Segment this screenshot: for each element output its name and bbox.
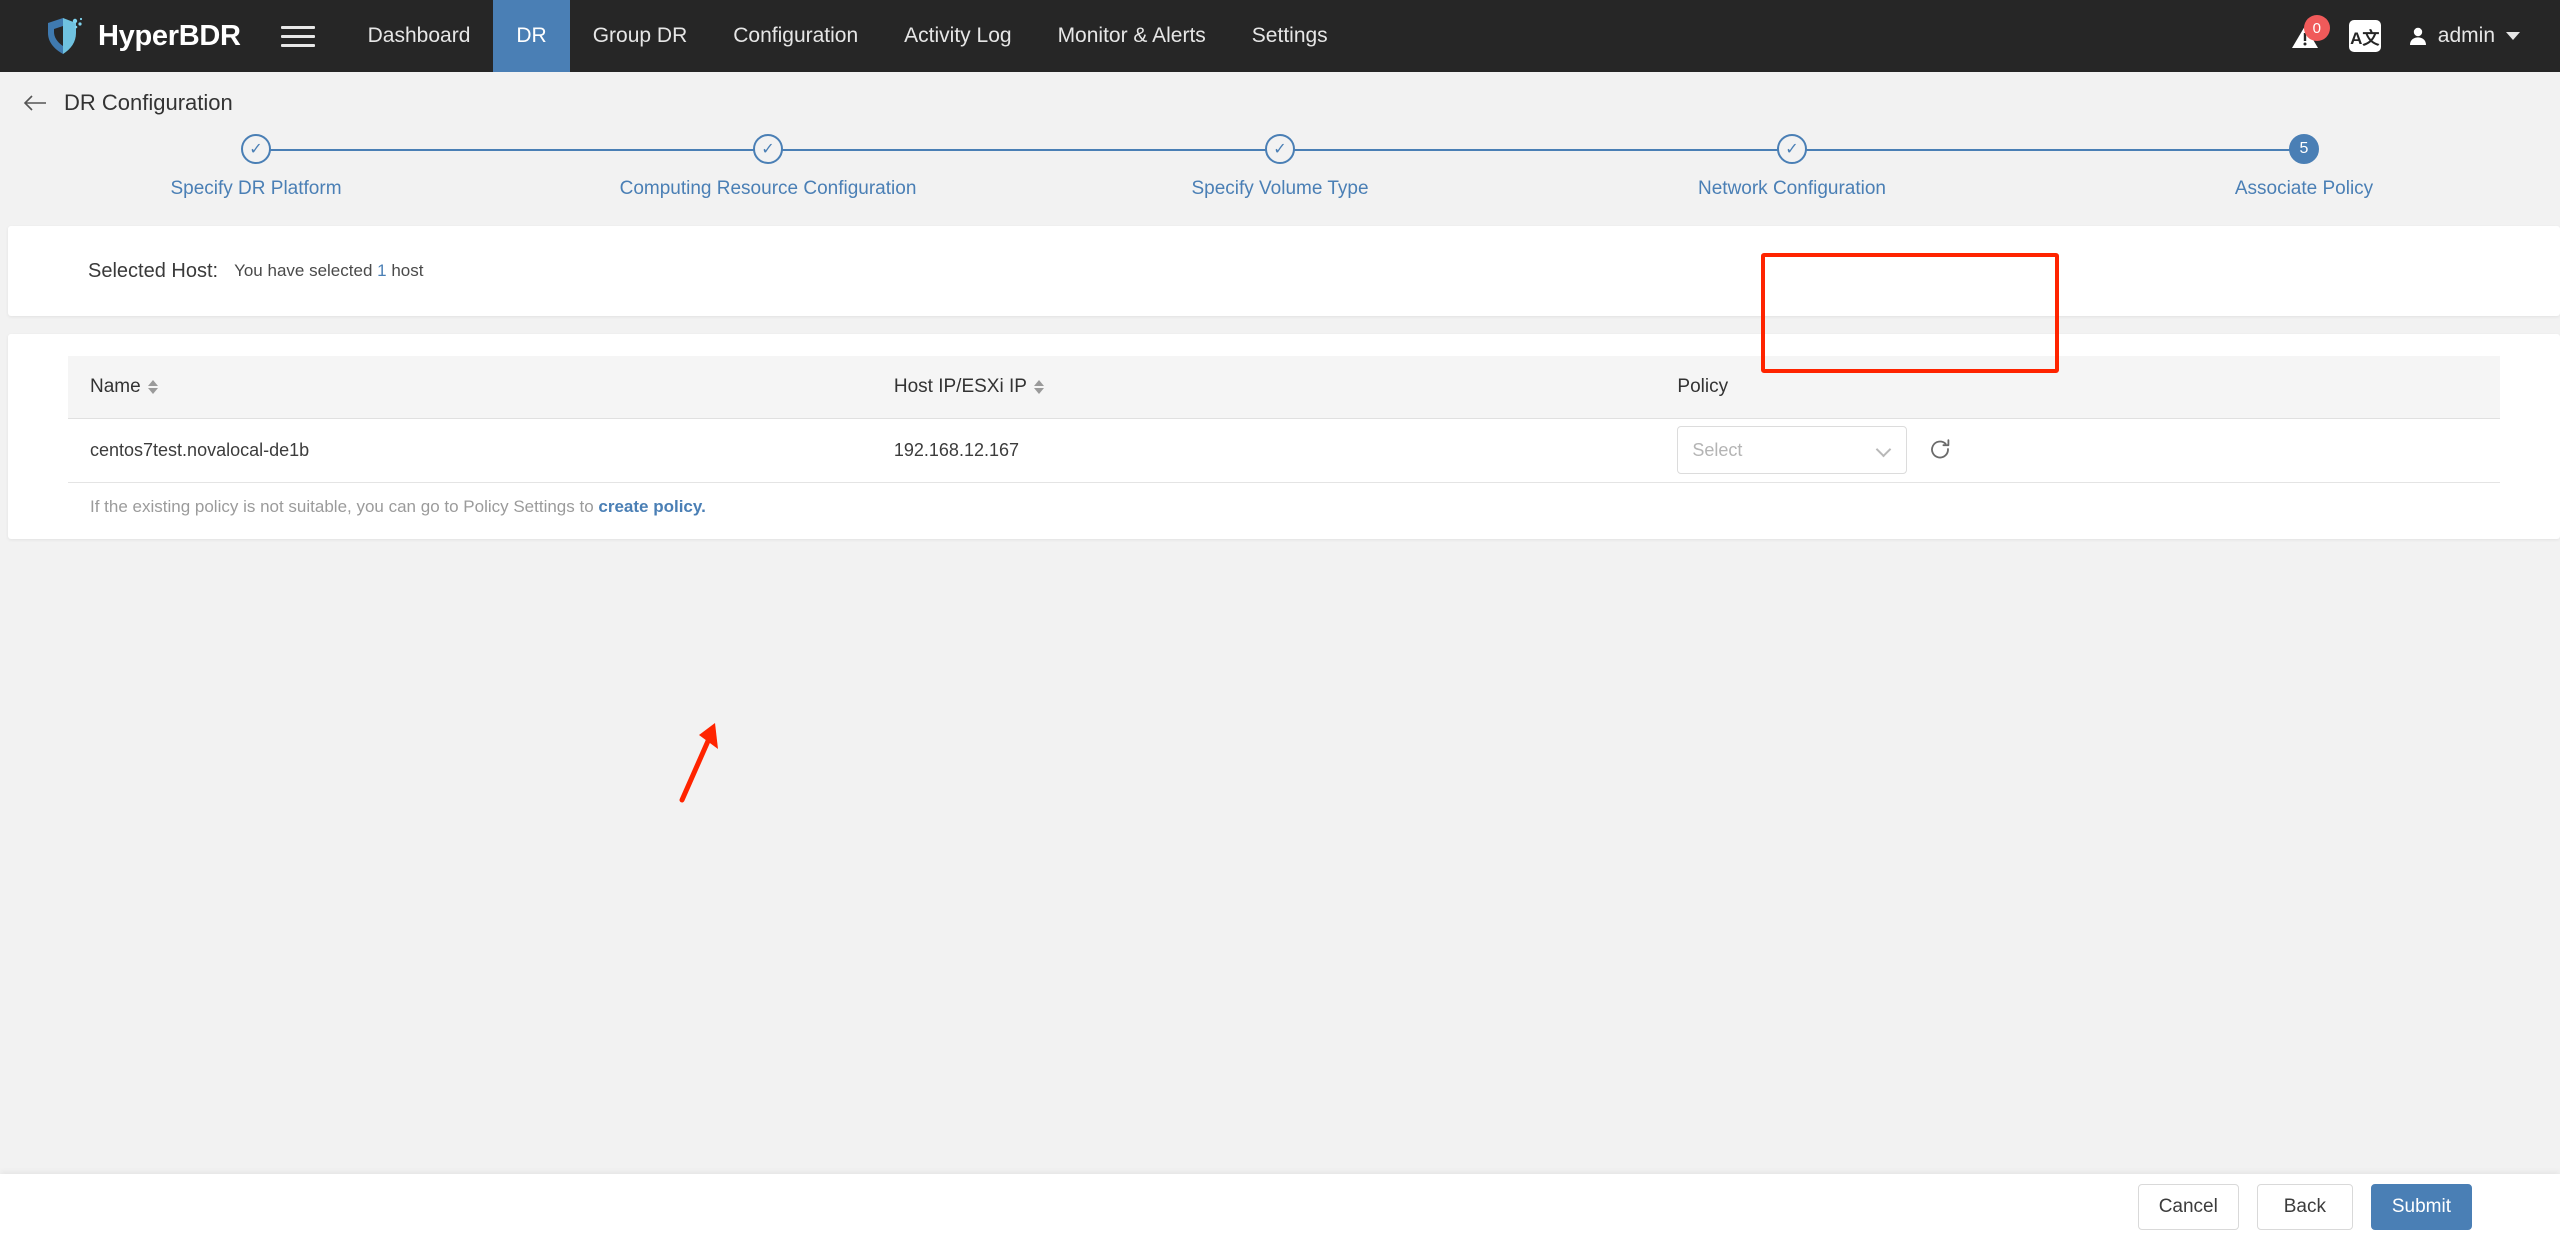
user-avatar-icon: [2409, 27, 2426, 45]
step-marker: 5: [2289, 134, 2319, 164]
column-header-host-ip[interactable]: Host IP/ESXi IP: [871, 356, 1656, 419]
table-body: centos7test.novalocal-de1b 192.168.12.16…: [68, 418, 2500, 483]
hamburger-icon[interactable]: [280, 25, 315, 47]
user-menu[interactable]: admin: [2407, 24, 2520, 48]
step-label: Specify DR Platform: [170, 178, 342, 199]
language-switch-icon[interactable]: A文: [2348, 20, 2381, 52]
policy-hint: If the existing policy is not suitable, …: [68, 483, 2500, 517]
sort-icon[interactable]: [1033, 379, 1044, 394]
column-header-name[interactable]: Name: [68, 356, 872, 419]
cell-policy: Select: [1655, 418, 2500, 483]
create-policy-link[interactable]: create policy.: [598, 497, 705, 516]
chevron-down-icon: [1876, 442, 1892, 458]
nav-item-monitor-alerts[interactable]: Monitor & Alerts: [1035, 0, 1229, 72]
cancel-button[interactable]: Cancel: [2137, 1184, 2239, 1230]
alert-count-badge: 0: [2303, 15, 2330, 41]
step-marker: ✓: [1777, 134, 1807, 164]
wizard-stepper: ✓ Specify DR Platform ✓ Computing Resour…: [0, 134, 2560, 226]
column-label: Policy: [1677, 375, 1729, 397]
nav-item-dr[interactable]: DR: [493, 0, 570, 72]
navbar-right-actions: 0 A文 admin: [2287, 0, 2560, 72]
top-navbar: HyperBDR Dashboard DR Group DR Configura…: [0, 0, 2560, 72]
table-row: centos7test.novalocal-de1b 192.168.12.16…: [68, 418, 2500, 483]
hyperbdr-shield-icon: [48, 17, 83, 54]
nav-items: Dashboard DR Group DR Configuration Acti…: [345, 0, 1351, 72]
content-area: Selected Host: You have selected 1 host …: [0, 226, 2560, 803]
refresh-icon: [1931, 439, 1950, 459]
step-computing-resource-configuration[interactable]: ✓ Computing Resource Configuration: [512, 134, 1280, 200]
selected-host-value: You have selected 1 host: [234, 261, 423, 281]
cell-name: centos7test.novalocal-de1b: [68, 418, 872, 483]
step-label: Associate Policy: [2234, 178, 2374, 199]
policy-controls: Select: [1677, 426, 2478, 474]
step-label: Network Configuration: [1698, 178, 1886, 199]
policy-select[interactable]: Select: [1677, 426, 1908, 474]
nav-item-activity-log[interactable]: Activity Log: [881, 0, 1034, 72]
step-specify-dr-platform[interactable]: ✓ Specify DR Platform: [0, 134, 768, 200]
brand-logo-area[interactable]: HyperBDR: [0, 0, 251, 72]
step-associate-policy[interactable]: 5 Associate Policy: [2048, 134, 2560, 200]
step-marker: ✓: [1265, 134, 1295, 164]
refresh-policy-button[interactable]: [1927, 437, 1953, 463]
step-specify-volume-type[interactable]: ✓ Specify Volume Type: [1024, 134, 1792, 200]
arrow-left-icon: [23, 95, 46, 111]
alerts-button[interactable]: 0: [2287, 15, 2330, 54]
nav-item-dashboard[interactable]: Dashboard: [345, 0, 494, 72]
selected-host-count: 1: [377, 261, 387, 280]
back-button[interactable]: Back: [2256, 1184, 2353, 1230]
selected-host-prefix: You have selected: [234, 261, 378, 280]
back-arrow-icon[interactable]: [22, 93, 48, 113]
user-name: admin: [2437, 24, 2495, 47]
selected-host-suffix: host: [386, 261, 424, 280]
chevron-down-icon: [2506, 32, 2520, 40]
step-marker: ✓: [241, 134, 271, 164]
wizard-footer: Cancel Back Submit: [0, 1174, 2560, 1240]
brand-name: HyperBDR: [98, 19, 241, 52]
policy-hint-text: If the existing policy is not suitable, …: [90, 496, 599, 516]
step-label: Computing Resource Configuration: [619, 178, 917, 199]
cell-host-ip: 192.168.12.167: [871, 418, 1656, 483]
host-policy-table: Name Host IP/ESXi IP Policy centos7test.…: [68, 356, 2500, 483]
selected-host-label: Selected Host:: [88, 259, 219, 282]
page-header: DR Configuration: [0, 72, 2560, 134]
submit-button[interactable]: Submit: [2370, 1184, 2472, 1230]
nav-item-settings[interactable]: Settings: [1229, 0, 1351, 72]
table-header: Name Host IP/ESXi IP Policy: [68, 356, 2500, 419]
selected-host-card: Selected Host: You have selected 1 host: [8, 226, 2560, 316]
column-header-policy: Policy: [1655, 356, 2500, 419]
table-header-row: Name Host IP/ESXi IP Policy: [68, 356, 2500, 419]
sort-icon[interactable]: [147, 379, 158, 394]
step-label: Specify Volume Type: [1191, 178, 1369, 199]
page-title: DR Configuration: [64, 90, 233, 115]
step-marker: ✓: [753, 134, 783, 164]
column-label: Name: [90, 375, 141, 397]
column-label: Host IP/ESXi IP: [893, 375, 1027, 397]
policy-table-card: Name Host IP/ESXi IP Policy centos7test.…: [8, 334, 2560, 539]
policy-select-placeholder: Select: [1692, 439, 1743, 460]
step-network-configuration[interactable]: ✓ Network Configuration: [1536, 134, 2304, 200]
annotation-arrow: [679, 723, 718, 803]
nav-item-configuration[interactable]: Configuration: [710, 0, 881, 72]
nav-item-group-dr[interactable]: Group DR: [570, 0, 711, 72]
